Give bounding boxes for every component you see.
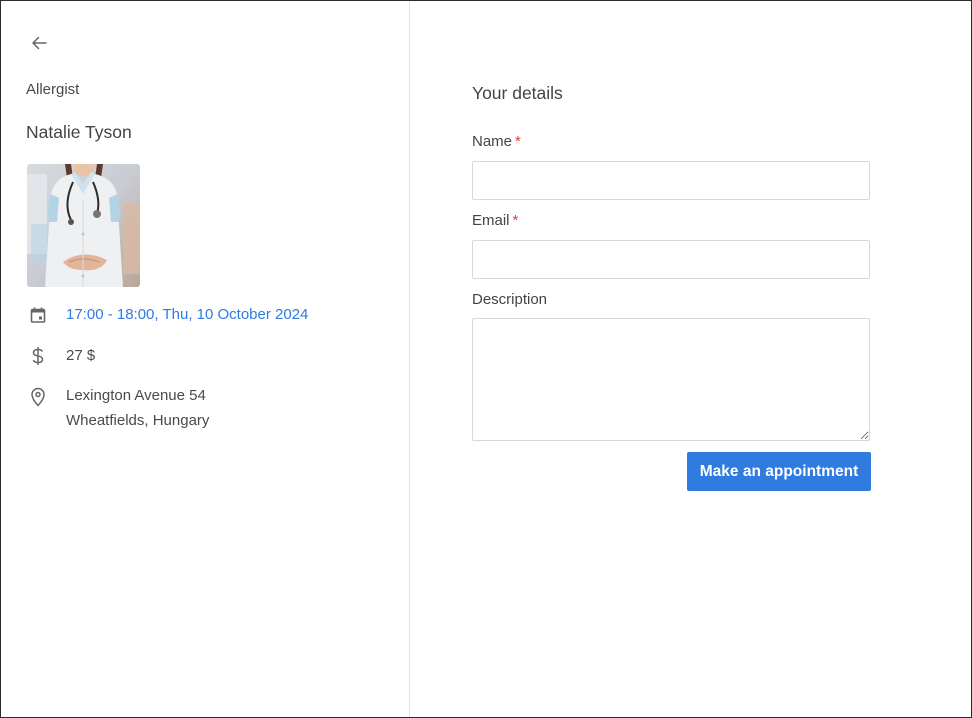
doctor-name: Natalie Tyson — [26, 122, 132, 142]
appointment-location-row: Lexington Avenue 54 Wheatfields, Hungary — [27, 383, 209, 433]
required-marker: * — [515, 133, 521, 150]
description-textarea[interactable] — [472, 318, 870, 441]
name-input[interactable] — [472, 161, 870, 200]
address-line-1: Lexington Avenue 54 — [66, 387, 206, 404]
dollar-icon — [27, 345, 49, 367]
back-button[interactable] — [27, 31, 51, 55]
address-line-2: Wheatfields, Hungary — [66, 412, 210, 429]
name-label: Name * — [472, 133, 521, 150]
details-form-panel: Your details Name * Email * Description Ma… — [410, 1, 971, 717]
name-label-text: Name — [472, 133, 513, 150]
appointment-price: 27 $ — [66, 347, 96, 364]
appointment-datetime[interactable]: 17:00 - 18:00, Thu, 10 October 2024 — [66, 302, 308, 327]
required-marker: * — [512, 212, 519, 229]
doctor-photo-image — [27, 164, 140, 287]
doctor-photo — [27, 164, 140, 287]
description-label: Description — [472, 291, 548, 308]
form-title: Your details — [472, 83, 563, 103]
calendar-icon — [27, 304, 49, 326]
email-label: Email * — [472, 212, 518, 229]
email-input[interactable] — [472, 240, 870, 279]
appointment-address: Lexington Avenue 54 Wheatfields, Hungary — [66, 383, 209, 433]
appointment-datetime-row: 17:00 - 18:00, Thu, 10 October 2024 — [27, 302, 308, 327]
arrow-left-icon — [32, 36, 47, 50]
booking-window: Allergist Natalie Tyson 17:00 - 18:00, T… — [0, 0, 972, 718]
doctor-specialty: Allergist — [26, 81, 80, 98]
make-appointment-button[interactable]: Make an appointment — [687, 452, 871, 491]
map-pin-icon — [27, 386, 49, 408]
email-label-text: Email — [472, 212, 510, 229]
doctor-panel: Allergist Natalie Tyson 17:00 - 18:00, T… — [1, 1, 410, 717]
appointment-price-row: 27 $ — [27, 343, 95, 368]
